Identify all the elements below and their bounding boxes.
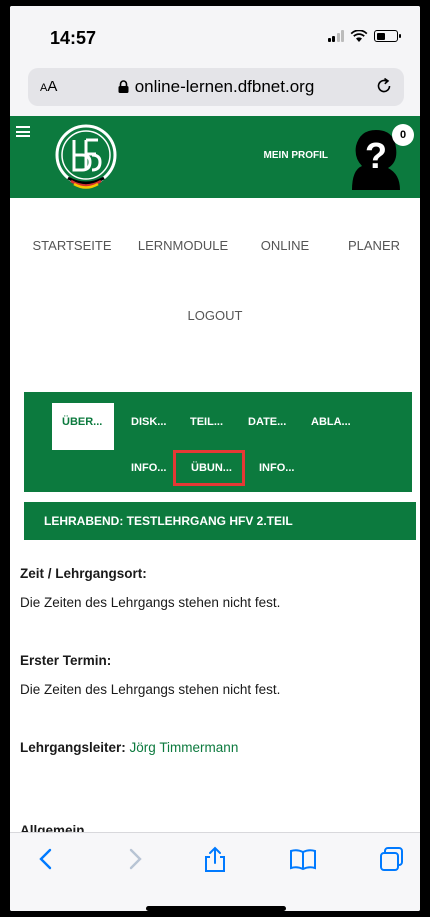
status-bar: 14:57	[10, 6, 420, 64]
first-date-text: Die Zeiten des Lehrgangs stehen nicht fe…	[20, 682, 281, 697]
profile-link[interactable]: MEIN PROFIL	[264, 150, 328, 161]
nav-item-startseite[interactable]: STARTSEITE	[33, 238, 112, 253]
tab-info-1[interactable]: INFO...	[131, 462, 166, 474]
tab-date[interactable]: DATE...	[248, 416, 286, 428]
menu-icon[interactable]	[16, 126, 30, 137]
first-date-heading: Erster Termin:	[20, 653, 112, 668]
tab-abla[interactable]: ABLA...	[311, 416, 351, 428]
status-icons	[327, 30, 401, 42]
course-title-banner: LEHRABEND: TESTLEHRGANG HFV 2.TEIL	[24, 502, 416, 540]
browser-toolbar	[10, 832, 420, 911]
nav-item-logout[interactable]: LOGOUT	[188, 308, 243, 323]
address-bar[interactable]: AA online-lernen.dfbnet.org	[28, 68, 404, 106]
wifi-icon	[350, 30, 368, 42]
cellular-signal-icon	[327, 30, 344, 42]
tab-ueber[interactable]: ÜBER...	[62, 416, 102, 428]
dfb-logo[interactable]	[54, 124, 118, 190]
tab-info-2[interactable]: INFO...	[259, 462, 294, 474]
browser-address-area: AA online-lernen.dfbnet.org	[10, 64, 420, 116]
leader-heading: Lehrgangsleiter:	[20, 740, 126, 755]
forward-icon[interactable]	[121, 845, 149, 873]
url-display[interactable]: online-lernen.dfbnet.org	[28, 77, 404, 97]
leader-line: Lehrgangsleiter: Jörg Timmermann	[20, 740, 238, 755]
notification-badge[interactable]: 0	[392, 124, 414, 146]
time-place-text: Die Zeiten des Lehrgangs stehen nicht fe…	[20, 595, 281, 610]
home-indicator	[146, 906, 286, 911]
highlight-annotation-box	[173, 450, 245, 486]
tab-teil[interactable]: TEIL...	[190, 416, 223, 428]
tabs-icon[interactable]	[378, 845, 406, 873]
status-time: 14:57	[50, 28, 97, 48]
site-header: MEIN PROFIL ? 0	[10, 116, 420, 198]
svg-text:?: ?	[365, 135, 387, 176]
nav-item-lernmodule[interactable]: LERNMODULE	[138, 238, 228, 253]
lock-icon	[118, 80, 129, 93]
nav-item-planer[interactable]: PLANER	[348, 238, 400, 253]
leader-name-link[interactable]: Jörg Timmermann	[130, 740, 239, 755]
phone-screen: 14:57 AA online-lernen.dfbnet.org MEIN P…	[10, 6, 420, 911]
battery-icon	[374, 30, 401, 42]
bookmarks-icon[interactable]	[289, 845, 317, 873]
reload-icon[interactable]	[374, 76, 394, 96]
nav-item-online[interactable]: ONLINE	[261, 238, 309, 253]
share-icon[interactable]	[201, 845, 229, 873]
url-text: online-lernen.dfbnet.org	[134, 77, 315, 96]
time-place-heading: Zeit / Lehrgangsort:	[20, 566, 147, 581]
tab-disk[interactable]: DISK...	[131, 416, 166, 428]
back-icon[interactable]	[32, 845, 60, 873]
